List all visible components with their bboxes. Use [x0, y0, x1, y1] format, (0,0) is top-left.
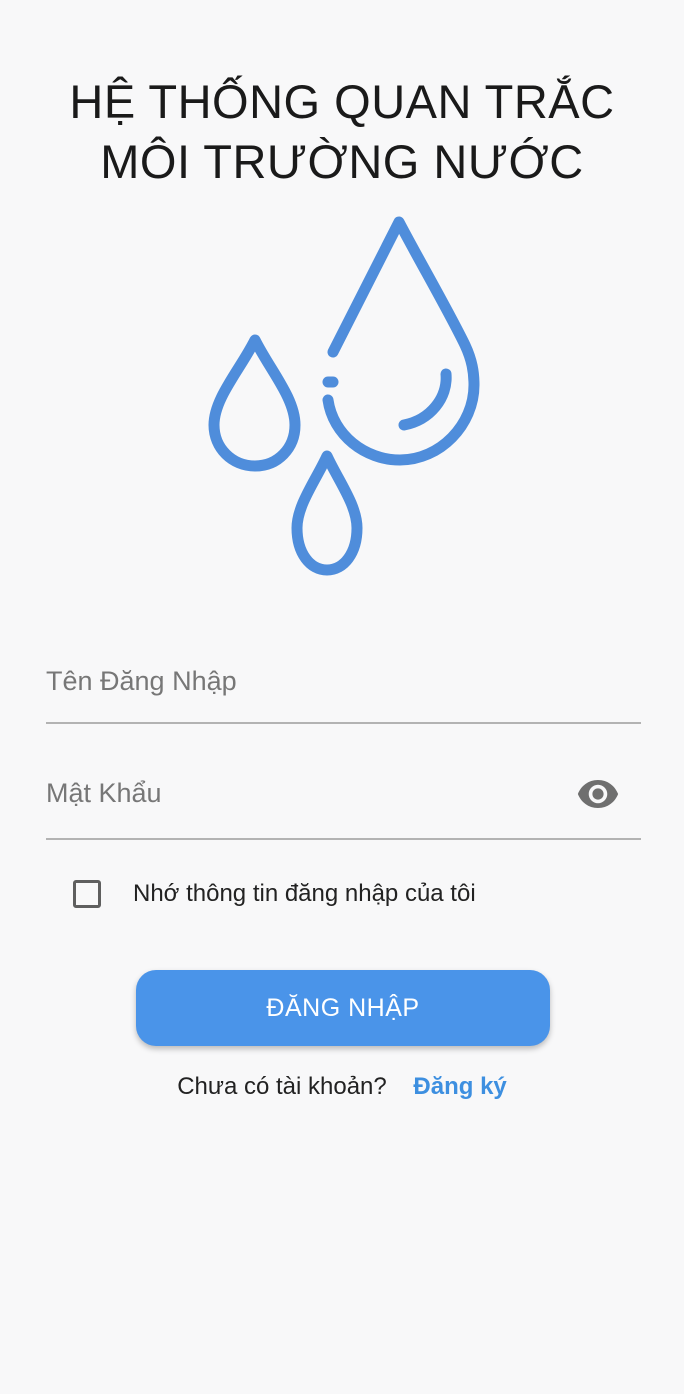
remember-me-checkbox[interactable]: [73, 880, 101, 908]
username-field-container: [46, 658, 641, 724]
password-input[interactable]: [46, 770, 546, 816]
username-input[interactable]: [46, 658, 641, 704]
remember-me-row: Nhớ thông tin đăng nhập của tôi: [73, 880, 476, 908]
app-title: HỆ THỐNG QUAN TRẮC MÔI TRƯỜNG NƯỚC: [0, 72, 684, 192]
app-title-line-1: HỆ THỐNG QUAN TRẮC: [69, 75, 615, 128]
water-drops-icon: [208, 216, 480, 576]
remember-me-label: Nhớ thông tin đăng nhập của tôi: [133, 880, 476, 907]
signup-question: Chưa có tài khoản?: [177, 1073, 387, 1100]
signup-link[interactable]: Đăng ký: [413, 1073, 506, 1100]
password-field-container: [46, 770, 641, 840]
signup-row: Chưa có tài khoản? Đăng ký: [0, 1073, 684, 1101]
login-button[interactable]: ĐĂNG NHẬP: [136, 970, 550, 1046]
app-title-line-2: MÔI TRƯỜNG NƯỚC: [100, 135, 584, 188]
eye-icon[interactable]: [577, 779, 619, 809]
